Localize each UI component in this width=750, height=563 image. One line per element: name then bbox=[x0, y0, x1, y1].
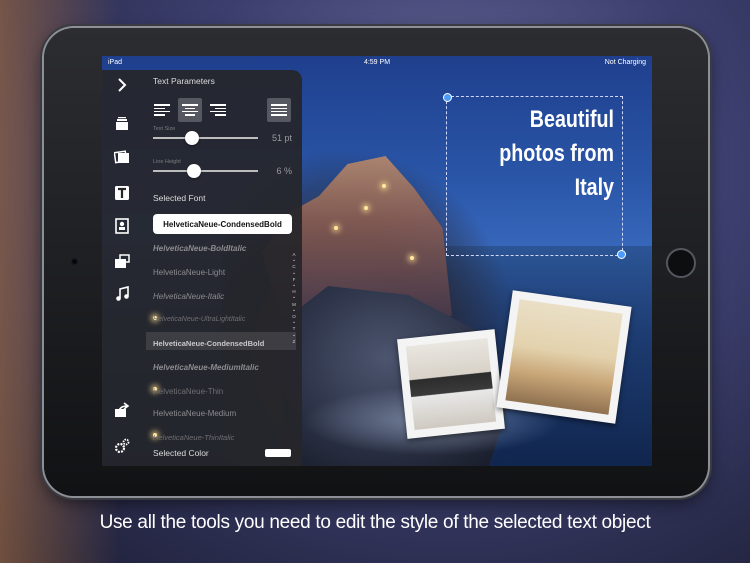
align-right-button[interactable] bbox=[206, 98, 230, 122]
chevron-right-icon[interactable] bbox=[112, 75, 132, 95]
align-justify-button[interactable] bbox=[267, 98, 291, 122]
rotate-handle[interactable] bbox=[443, 93, 452, 102]
selected-font-label: Selected Font bbox=[153, 193, 206, 203]
selected-font-button[interactable]: HelveticaNeue-CondensedBold bbox=[153, 214, 292, 234]
font-option[interactable]: HelveticaNeue-Italic bbox=[153, 292, 224, 301]
text-size-value: 51 pt bbox=[271, 133, 292, 143]
line-height-value: 6 % bbox=[276, 166, 292, 176]
font-option[interactable]: HelveticaNeue-ThinItalic bbox=[153, 433, 234, 442]
stickers-icon[interactable] bbox=[112, 252, 132, 272]
headline-line: photos from bbox=[499, 140, 614, 167]
settings-icon[interactable] bbox=[112, 436, 132, 456]
headline-line: Beautiful bbox=[529, 106, 614, 133]
app-screen: iPad 4:59 PM Not Charging Beautiful phot… bbox=[102, 56, 652, 466]
camera-lens bbox=[71, 258, 78, 265]
align-center-button[interactable] bbox=[178, 98, 202, 122]
photo-woman-camera[interactable] bbox=[397, 329, 505, 439]
font-option[interactable]: HelveticaNeue-Medium bbox=[153, 409, 236, 418]
alignment-group bbox=[150, 98, 230, 122]
music-icon[interactable] bbox=[112, 284, 132, 304]
tool-icon-bar bbox=[102, 70, 142, 466]
town-light bbox=[410, 256, 414, 260]
town-light bbox=[364, 206, 368, 210]
slider-knob[interactable] bbox=[187, 164, 201, 178]
status-bar: iPad 4:59 PM Not Charging bbox=[102, 56, 652, 68]
home-button bbox=[666, 248, 696, 278]
align-left-button[interactable] bbox=[150, 98, 174, 122]
font-option[interactable]: HelveticaNeue-Light bbox=[153, 268, 225, 277]
text-icon[interactable] bbox=[112, 183, 132, 203]
line-height-label: Line Height bbox=[153, 159, 181, 165]
font-option[interactable]: HelveticaNeue-MediumItalic bbox=[153, 363, 259, 372]
selected-color-label: Selected Color bbox=[153, 448, 209, 458]
alpha-letter[interactable]: Z bbox=[290, 339, 298, 345]
line-height-slider[interactable] bbox=[153, 164, 258, 178]
resize-handle[interactable] bbox=[617, 250, 626, 259]
status-time: 4:59 PM bbox=[363, 58, 391, 66]
font-option[interactable]: HelveticaNeue-Thin bbox=[153, 387, 223, 396]
alphabet-index[interactable]: A • C • F • H • M • O • T • Z bbox=[290, 252, 298, 345]
promo-caption: Use all the tools you need to edit the s… bbox=[99, 512, 651, 533]
selected-color-swatch[interactable] bbox=[265, 449, 291, 457]
selected-text-object[interactable]: Beautiful photos from Italy bbox=[443, 93, 626, 259]
town-light bbox=[382, 184, 386, 188]
headline-text: Beautiful photos from Italy bbox=[499, 103, 614, 205]
town-light bbox=[334, 226, 338, 230]
headline-line: Italy bbox=[574, 174, 614, 201]
slider-knob[interactable] bbox=[185, 131, 199, 145]
font-option[interactable]: HelveticaNeue-BoldItalic bbox=[153, 244, 246, 253]
font-option[interactable]: HelveticaNeue-UltraLightItalic bbox=[153, 316, 245, 323]
frame-icon[interactable] bbox=[112, 216, 132, 236]
photo-vatican[interactable] bbox=[496, 290, 632, 424]
layers-icon[interactable] bbox=[112, 114, 132, 134]
text-size-label: Text Size bbox=[153, 126, 176, 132]
text-size-slider[interactable] bbox=[153, 131, 258, 145]
font-option[interactable]: HelveticaNeue-CondensedBold bbox=[153, 339, 264, 348]
panel-title: Text Parameters bbox=[153, 76, 215, 86]
photos-icon[interactable] bbox=[112, 147, 132, 167]
share-icon[interactable] bbox=[112, 400, 132, 420]
